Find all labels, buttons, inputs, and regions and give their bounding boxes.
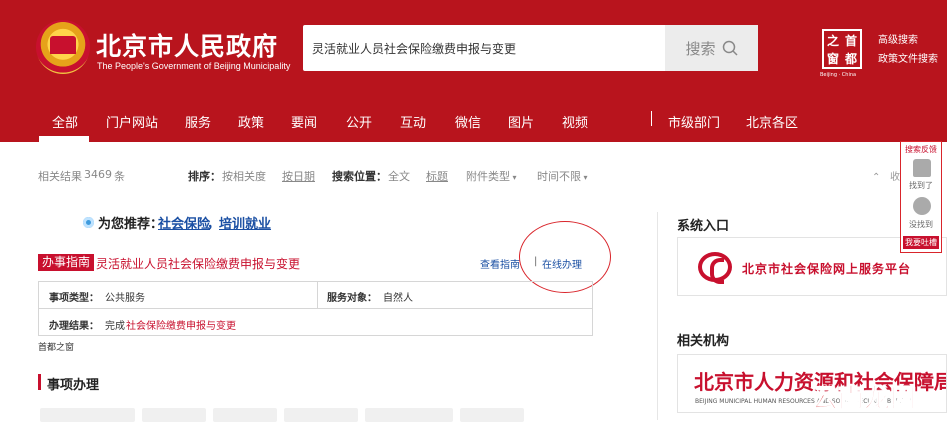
nav-item-city-departments[interactable]: 市级部门 [668,112,720,131]
time-filter-label: 时间不限 [537,170,581,183]
position-full-text[interactable]: 全文 [388,168,410,184]
section-accent-bar [38,374,41,390]
search-feedback-widget: 搜索反馈 找到了 没找到 我要吐槽 [900,141,942,253]
column-divider [657,212,658,420]
result-title-link[interactable]: 灵活就业人员社会保险缴费申报与变更 [96,255,300,272]
search-input[interactable] [303,25,665,71]
outcome-prefix: 完成 [105,321,125,332]
sort-label: 排序： [188,170,221,183]
nav-item-interact[interactable]: 互动 [400,112,426,131]
time-filter-dropdown[interactable]: 时间不限 ▾ [537,168,588,184]
outcome-value: 社会保险缴费申报与变更 [126,321,236,332]
section-title: 事项办理 [47,378,100,393]
feedback-found-label[interactable]: 找到了 [901,180,941,191]
logo-seal-char: 窗 [826,51,839,66]
advanced-search-link[interactable]: 高级搜索 [878,31,938,50]
nav-item-public[interactable]: 公开 [346,112,372,131]
collapse-toggle[interactable]: ⌃ 收 [872,168,900,183]
guide-badge: 办事指南 [38,254,95,271]
recommend-dot-icon [83,217,94,228]
nav-item-policy[interactable]: 政策 [238,112,264,131]
nav-divider [651,111,652,126]
feedback-title: 搜索反馈 [905,145,937,154]
outcome-key: 办理结果： [49,321,99,332]
item-type-value: 公共服务 [105,293,145,304]
search-icon [722,40,738,56]
national-emblem-icon[interactable] [36,20,90,74]
sort-relevance[interactable]: 按相关度 [222,168,266,184]
position-label: 搜索位置： [332,170,387,183]
result-info-table: 事项类型： 公共服务 服务对象： 自然人 办理结果： 完成 社会保险缴费申报与变… [38,281,593,336]
system-name: 北京市社会保险网上服务平台 [742,262,912,276]
search-button-label: 搜索 [685,39,716,58]
capital-window-logo[interactable]: 之 首 窗 都 [822,29,862,69]
sort-date[interactable]: 按日期 [282,168,315,184]
related-org-title: 相关机构 [677,334,730,349]
nav-item-all[interactable]: 全部 [52,112,78,131]
attachment-type-dropdown[interactable]: 附件类型 ▾ [466,168,517,184]
nav-active-indicator [39,136,89,142]
info-column-divider [317,282,318,309]
logo-seal-char: 之 [826,33,839,48]
nav-item-portal[interactable]: 门户网站 [106,112,158,131]
collapse-label: 收 [889,172,900,183]
position-title[interactable]: 标题 [426,168,448,184]
site-name-en: The People's Government of Beijing Munic… [97,61,291,71]
watermark: 云南龙网 [811,384,917,415]
search-button[interactable]: 搜索 [665,25,758,71]
attachment-type-label: 附件类型 [466,170,510,183]
nav-item-news[interactable]: 要闻 [291,112,317,131]
view-guide-link[interactable]: 查看指南 [480,256,520,271]
recommend-label: 为您推荐： [98,217,164,232]
result-count-prefix: 相关结果 [38,170,82,183]
search-box: 搜索 [303,25,758,71]
chevron-up-icon: ⌃ [872,172,881,183]
sad-face-icon[interactable] [913,197,931,215]
result-source: 首都之窗 [38,343,75,353]
nav-item-wechat[interactable]: 微信 [455,112,481,131]
site-name[interactable]: 北京市人民政府 [96,27,278,63]
target-key: 服务对象： [327,293,377,304]
target-value: 自然人 [383,293,413,304]
social-insurance-logo-icon [698,252,732,284]
system-entry-title: 系统入口 [677,219,730,234]
complain-button[interactable]: 我要吐槽 [903,236,939,249]
nav-item-video[interactable]: 视频 [562,112,588,131]
recommend-link-social-insurance[interactable]: 社会保险 [158,213,210,232]
logo-seal-char: 都 [844,51,857,66]
result-count: 3469 [84,168,112,181]
feedback-not-found-label[interactable]: 没找到 [901,219,941,230]
header-links: 高级搜索 政策文件搜索 [878,31,938,69]
nav-item-images[interactable]: 图片 [508,112,534,131]
nav-item-districts[interactable]: 北京各区 [746,112,798,131]
nav-item-service[interactable]: 服务 [185,112,211,131]
recommend-link-training[interactable]: 培训就业 [219,213,271,232]
logo-seal-caption: Beijing · China [820,72,857,78]
result-count-suffix: 条 [114,170,125,183]
caret-down-icon: ▾ [581,173,588,182]
caret-down-icon: ▾ [510,173,517,182]
logo-seal-char: 首 [844,33,857,48]
policy-search-link[interactable]: 政策文件搜索 [878,50,938,69]
main-nav: 全部 门户网站 服务 政策 要闻 公开 互动 微信 图片 视频 市级部门 北京各… [0,96,947,142]
thumbs-up-icon[interactable] [913,159,931,177]
item-type-key: 事项类型： [49,293,99,304]
